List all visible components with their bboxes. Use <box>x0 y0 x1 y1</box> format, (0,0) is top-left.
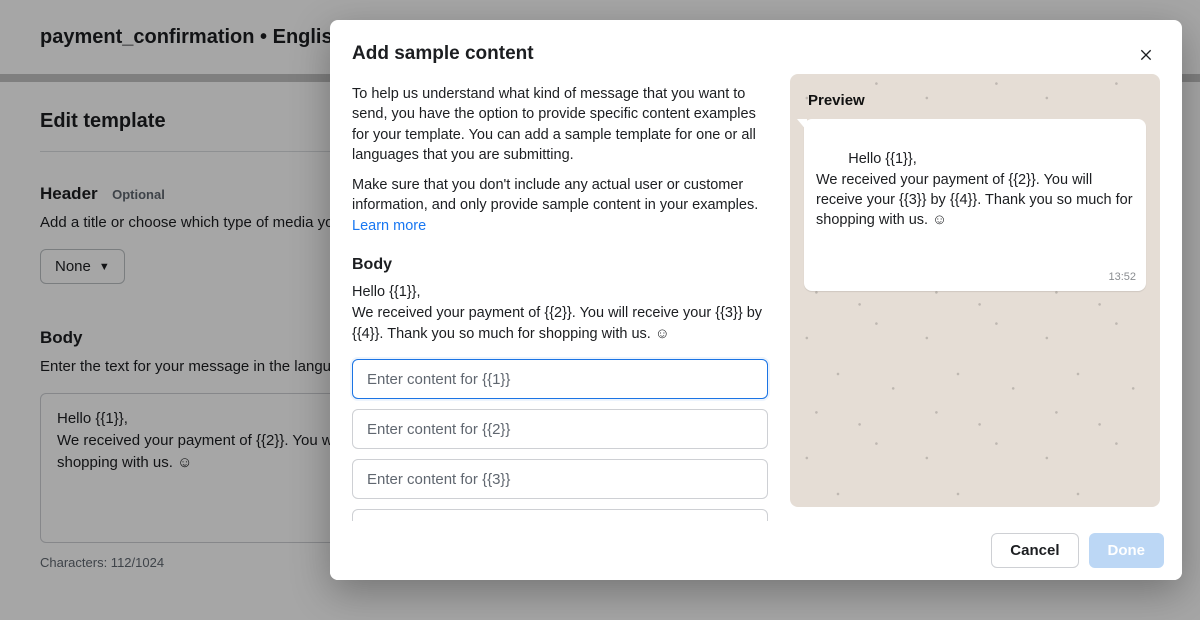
close-button[interactable] <box>1132 40 1160 68</box>
modal-header: Add sample content <box>330 20 1182 74</box>
sample-input-4[interactable] <box>352 509 768 521</box>
modal-left-column: To help us understand what kind of messa… <box>352 74 768 507</box>
modal-body-text: Hello {{1}}, We received your payment of… <box>352 282 768 345</box>
preview-label: Preview <box>790 74 1160 119</box>
modal-intro-1: To help us understand what kind of messa… <box>352 84 768 165</box>
learn-more-link[interactable]: Learn more <box>352 218 426 234</box>
sample-input-3[interactable] <box>352 459 768 499</box>
add-sample-content-modal: Add sample content To help us understand… <box>330 20 1182 580</box>
preview-message-bubble: Hello {{1}}, We received your payment of… <box>804 119 1146 291</box>
sample-inputs <box>352 359 768 521</box>
modal-body-heading: Body <box>352 256 768 274</box>
done-button[interactable]: Done <box>1089 533 1165 568</box>
modal-intro-2-text: Make sure that you don't include any act… <box>352 177 758 213</box>
sample-input-1[interactable] <box>352 359 768 399</box>
modal-body: To help us understand what kind of messa… <box>330 74 1182 521</box>
modal-footer: Cancel Done <box>330 521 1182 580</box>
cancel-button[interactable]: Cancel <box>991 533 1078 568</box>
preview-pane: Preview Hello {{1}}, We received your pa… <box>790 74 1160 507</box>
preview-message-text: Hello {{1}}, We received your payment of… <box>816 151 1137 228</box>
sample-input-2[interactable] <box>352 409 768 449</box>
modal-title: Add sample content <box>352 43 534 65</box>
modal-intro-2: Make sure that you don't include any act… <box>352 175 768 236</box>
preview-timestamp: 13:52 <box>1108 270 1136 285</box>
close-icon <box>1138 46 1154 62</box>
